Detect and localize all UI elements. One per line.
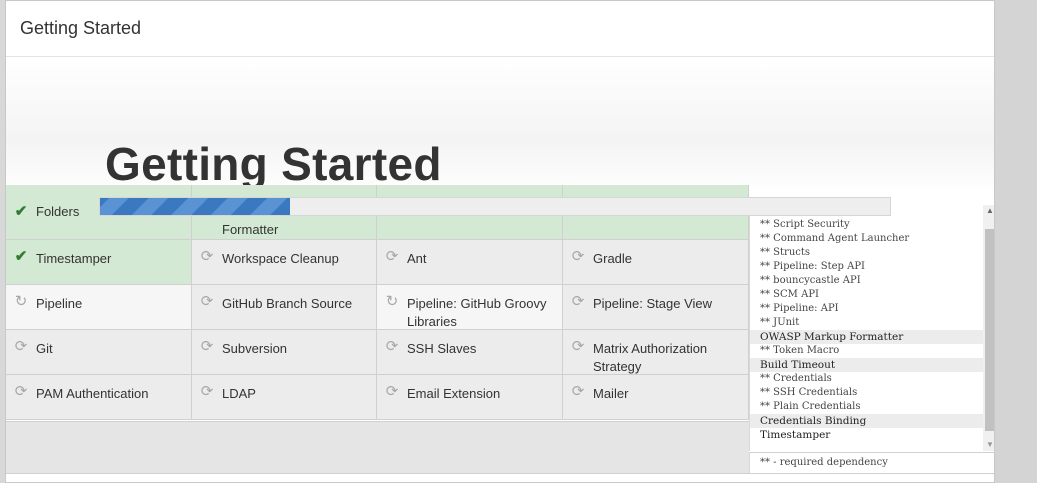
refresh-icon: ⟳	[200, 383, 214, 400]
plugin-name: Pipeline: Stage View	[593, 296, 713, 311]
divider	[6, 473, 994, 474]
scroll-thumb[interactable]	[985, 229, 994, 431]
plugin-cell: ⟳ Ant	[377, 240, 563, 285]
plugin-cell: ✔ Timestamper	[6, 240, 192, 285]
refresh-icon: ⟳	[200, 338, 214, 355]
sync-icon: ↻	[14, 293, 28, 310]
refresh-icon: ⟳	[14, 383, 28, 400]
plugin-name: Email Extension	[407, 386, 501, 401]
log-line: ** bouncycastle API	[760, 275, 861, 286]
install-log-lines: ** Script Security ** Command Agent Launc…	[750, 218, 983, 442]
plugin-name: LDAP	[222, 386, 256, 401]
plugin-cell: ⟳ Git	[6, 330, 192, 375]
refresh-icon: ⟳	[200, 248, 214, 265]
plugin-cell: ↻ Pipeline	[6, 285, 192, 330]
setup-dialog: Getting Started Getting Started ✔ Folders…	[5, 0, 995, 483]
log-line: ** Structs	[760, 247, 811, 258]
refresh-icon: ⟳	[571, 338, 585, 355]
plugin-cell: ⟳ Matrix Authorization Strategy	[563, 330, 749, 375]
page-title: Getting Started	[105, 138, 442, 190]
log-line: Build Timeout	[750, 358, 983, 372]
plugin-name: Matrix Authorization Strategy	[593, 341, 708, 374]
hero-banner: Getting Started	[6, 57, 994, 195]
refresh-icon: ⟳	[571, 248, 585, 265]
checkmark-icon: ✔	[14, 203, 28, 220]
sync-icon: ↻	[385, 293, 399, 310]
plugin-name: Git	[36, 341, 53, 356]
plugin-cell: ⟳ PAM Authentication	[6, 375, 192, 420]
plugin-cell: ⟳ Email Extension	[377, 375, 563, 420]
refresh-icon: ⟳	[385, 248, 399, 265]
log-line: ** SSH Credentials	[760, 387, 858, 398]
plugin-name: GitHub Branch Source	[222, 296, 353, 311]
log-line: ** Pipeline: API	[760, 303, 839, 314]
scroll-up-arrow-icon[interactable]: ▲	[983, 205, 994, 217]
plugin-name: Mailer	[593, 386, 629, 401]
plugin-cell: ⟳ Workspace Cleanup	[192, 240, 377, 285]
log-line: ** Script Security	[760, 219, 850, 230]
log-line: OWASP Markup Formatter	[750, 330, 983, 344]
log-line: Credentials Binding	[750, 414, 983, 428]
log-line: ** SCM API	[760, 289, 819, 300]
refresh-icon: ⟳	[571, 383, 585, 400]
plugin-name: Gradle	[593, 251, 633, 266]
plugin-name: Ant	[407, 251, 427, 266]
refresh-icon: ⟳	[385, 383, 399, 400]
progress-fill	[100, 198, 290, 215]
log-line: Timestamper	[760, 429, 831, 441]
refresh-icon: ⟳	[200, 293, 214, 310]
plugin-cell: ⟳ LDAP	[192, 375, 377, 420]
plugin-name: SSH Slaves	[407, 341, 477, 356]
plugin-cell: ⟳ Mailer	[563, 375, 749, 420]
background-strip	[995, 0, 1037, 483]
plugin-cell: ⟳ Gradle	[563, 240, 749, 285]
log-line: ** Plain Credentials	[760, 401, 861, 412]
log-line: ** Command Agent Launcher	[760, 233, 910, 244]
dialog-title: Getting Started	[20, 18, 142, 38]
refresh-icon: ⟳	[385, 338, 399, 355]
log-scrollbar[interactable]: ▲ ▼	[983, 205, 994, 451]
grid-footer-area	[6, 421, 749, 474]
plugin-grid: ✔Folders✔Formatter✔Timestamper⟳Workspace…	[6, 185, 749, 421]
plugin-name: Pipeline	[36, 296, 83, 311]
plugin-cell: ⟳ SSH Slaves	[377, 330, 563, 375]
plugin-name: Formatter	[222, 222, 279, 237]
install-log-panel[interactable]: ** Script Security ** Command Agent Launc…	[749, 205, 994, 451]
plugin-cell: ⟳ GitHub Branch Source	[192, 285, 377, 330]
log-legend: ** - required dependency	[749, 452, 994, 473]
scroll-down-arrow-icon[interactable]: ▼	[983, 439, 994, 451]
refresh-icon: ⟳	[14, 338, 28, 355]
log-line: ** Credentials	[760, 373, 832, 384]
refresh-icon: ⟳	[571, 293, 585, 310]
plugin-name: Workspace Cleanup	[222, 251, 339, 266]
log-line: ** JUnit	[760, 317, 800, 328]
dialog-header: Getting Started	[6, 1, 994, 57]
log-line: ** Pipeline: Step API	[760, 261, 865, 272]
plugin-name: Timestamper	[36, 251, 112, 266]
log-line: ** Token Macro	[760, 345, 840, 356]
checkmark-icon: ✔	[14, 248, 28, 265]
plugin-name: Subversion	[222, 341, 288, 356]
plugin-cell: ⟳ Pipeline: Stage View	[563, 285, 749, 330]
plugin-name: PAM Authentication	[36, 386, 149, 401]
plugin-name: Pipeline: GitHub Groovy Libraries	[407, 296, 547, 329]
plugin-cell: ⟳ Subversion	[192, 330, 377, 375]
install-progress-bar	[99, 197, 891, 216]
plugin-cell: ↻ Pipeline: GitHub Groovy Libraries	[377, 285, 563, 330]
